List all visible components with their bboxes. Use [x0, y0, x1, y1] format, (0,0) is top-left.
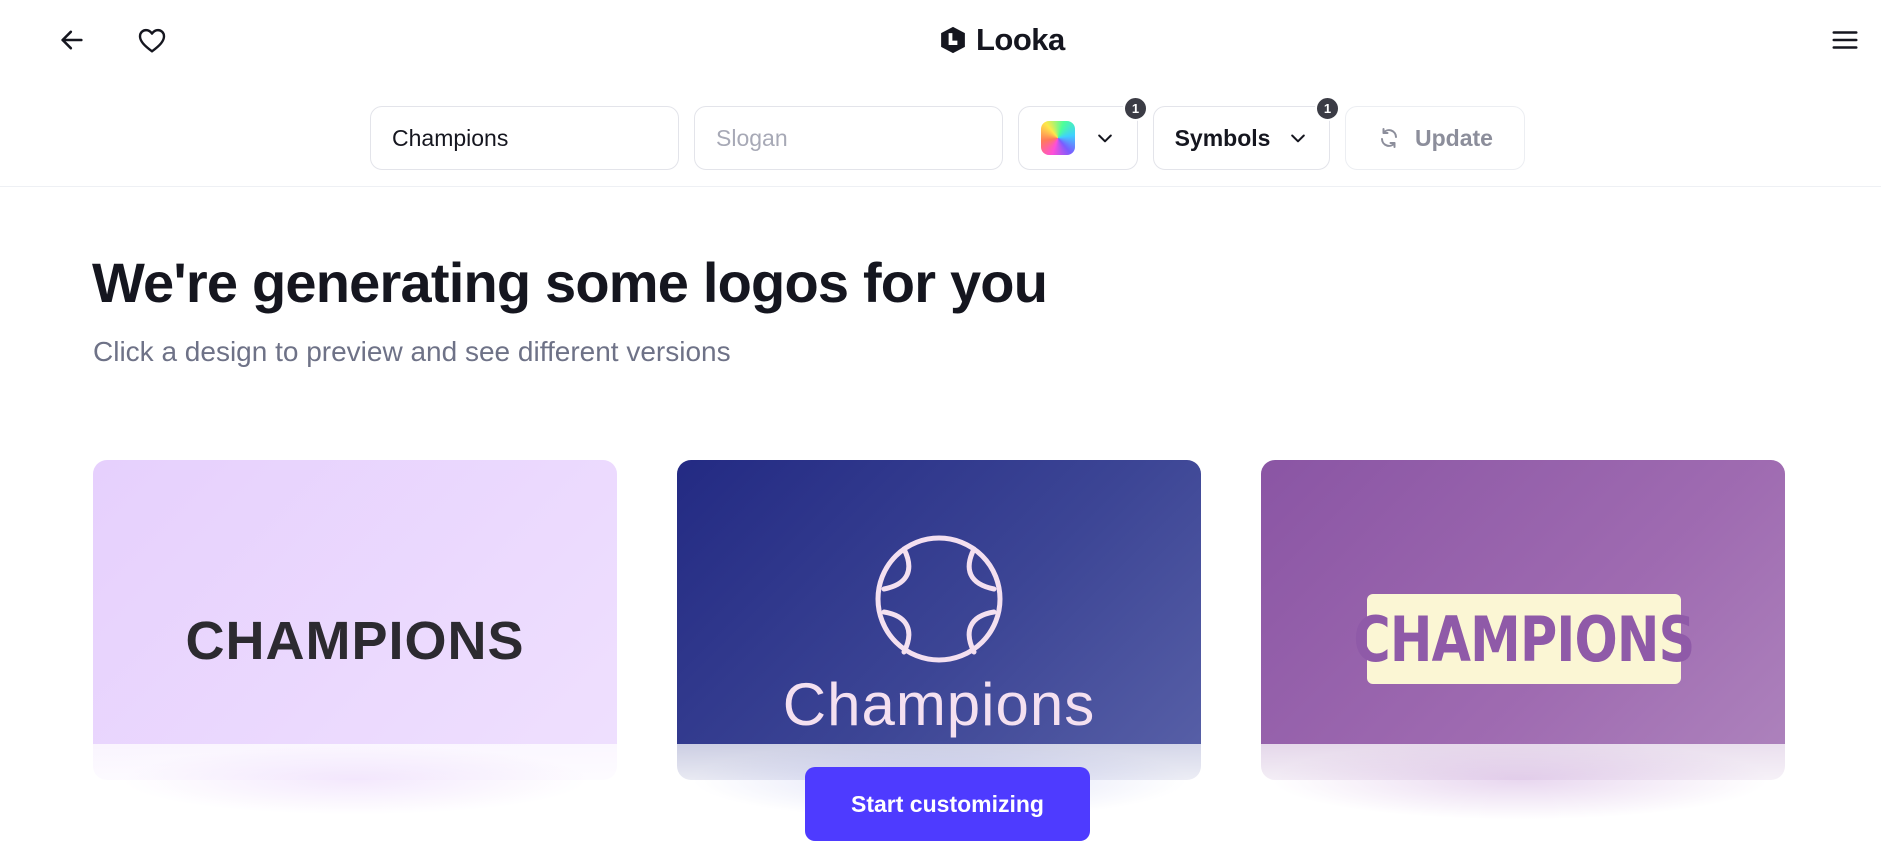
logo-card-2[interactable]: Champions	[677, 460, 1201, 780]
logo-wordmark: CHAMPIONS	[185, 611, 525, 671]
hamburger-menu-icon	[1832, 31, 1858, 49]
update-label: Update	[1415, 124, 1493, 151]
page-subtitle: Click a design to preview and see differ…	[93, 336, 731, 367]
arrow-left-icon	[61, 30, 83, 50]
slogan-input[interactable]	[695, 107, 1002, 169]
logo-wordmark: Champions	[782, 671, 1096, 738]
color-swatch-icon	[1041, 121, 1075, 155]
logo-wordmark: CHAMPIONS	[1353, 602, 1696, 676]
color-dropdown[interactable]: 1	[1018, 96, 1148, 170]
logo-card-1[interactable]: CHAMPIONS	[93, 460, 617, 780]
page-title: We're generating some logos for you	[92, 251, 1048, 314]
ball-emblem-icon	[875, 535, 1003, 663]
symbols-dropdown[interactable]: Symbols 1	[1153, 96, 1340, 170]
logo-card-3[interactable]: CHAMPIONS	[1261, 460, 1785, 780]
chevron-down-icon	[1098, 134, 1112, 143]
heart-outline-icon	[138, 28, 166, 53]
brand-name: Looka	[976, 22, 1065, 57]
logo-editor-toolbar: 1 Symbols 1 Update	[0, 96, 1881, 170]
start-customizing-button[interactable]: Start customizing	[805, 767, 1090, 841]
refresh-icon	[1381, 128, 1398, 148]
toolbar-divider	[0, 186, 1881, 187]
slogan-field-wrapper	[694, 106, 1003, 170]
chevron-down-icon	[1291, 134, 1306, 143]
favorites-button[interactable]	[130, 18, 174, 62]
menu-button[interactable]	[1823, 18, 1867, 62]
symbols-label: Symbols	[1174, 124, 1271, 151]
company-name-field-wrapper	[370, 106, 679, 170]
top-bar: Looka	[0, 0, 1881, 80]
back-button[interactable]	[50, 18, 94, 62]
card-1-glow	[120, 745, 590, 815]
company-name-input[interactable]	[371, 107, 678, 169]
symbols-count-badge: 1	[1315, 96, 1340, 121]
color-count-badge: 1	[1123, 96, 1148, 121]
card-3-glow	[1270, 740, 1770, 820]
looka-logo-icon	[941, 26, 965, 54]
update-button[interactable]: Update	[1345, 106, 1525, 170]
brand[interactable]: Looka	[938, 22, 1065, 58]
logo-plate: CHAMPIONS	[1354, 594, 1695, 684]
